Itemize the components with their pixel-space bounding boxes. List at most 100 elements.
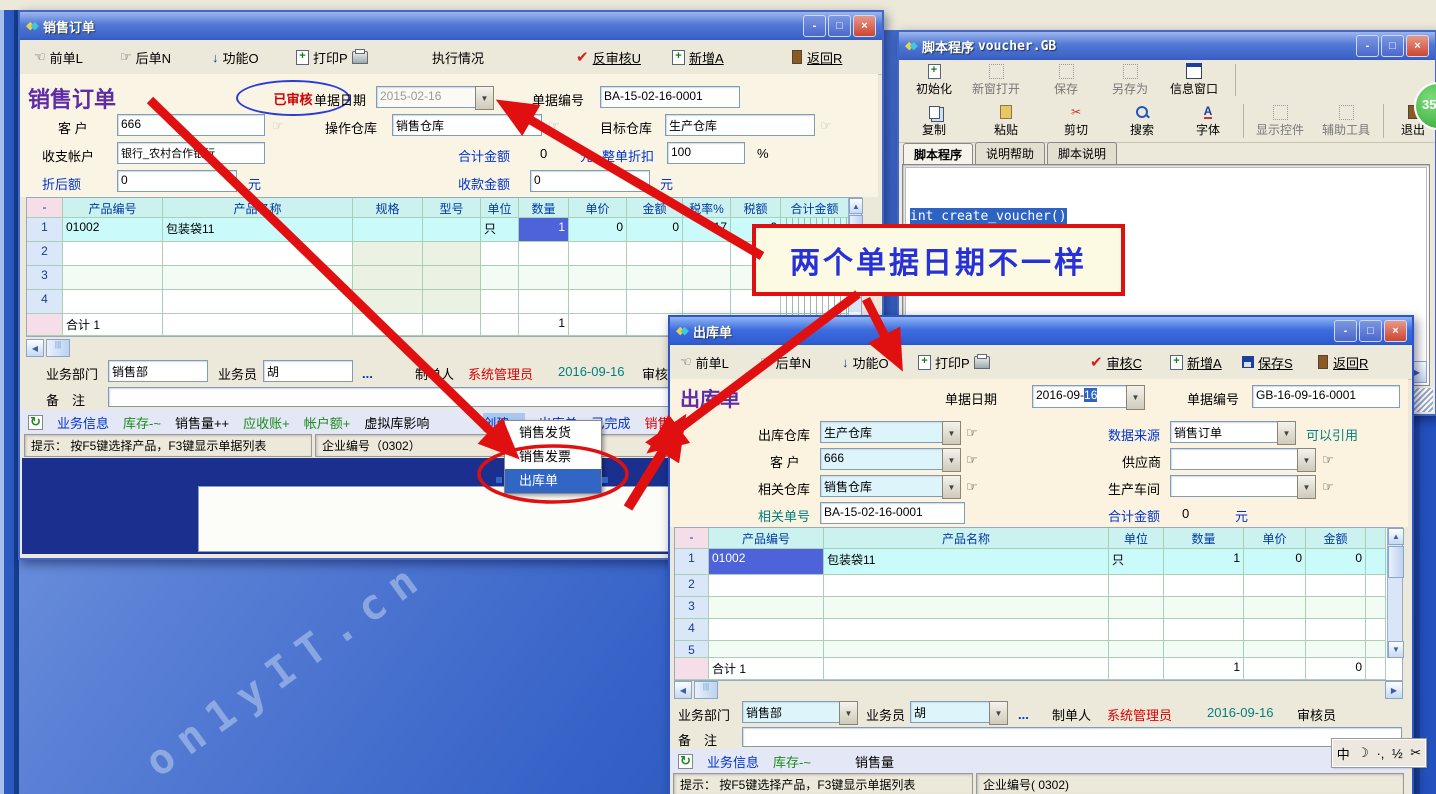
minimize-button[interactable]: -: [1356, 35, 1379, 57]
stock-link[interactable]: 库存-~: [773, 752, 811, 771]
ime-tools-icon[interactable]: ✂: [1410, 745, 1421, 761]
receivable-link[interactable]: 应收账+: [243, 413, 290, 432]
table-row[interactable]: 4: [27, 290, 861, 314]
col-amount[interactable]: 金额: [627, 198, 683, 218]
col-product-code[interactable]: 产品编号: [709, 528, 824, 549]
col-unit[interactable]: 单位: [481, 198, 519, 218]
scroll-thumb[interactable]: [1388, 546, 1404, 578]
doc-no-field[interactable]: BA-15-02-16-0001: [600, 86, 740, 108]
col-unit[interactable]: 单位: [1109, 528, 1164, 549]
table-row[interactable]: 3: [675, 597, 1402, 619]
scroll-up-icon[interactable]: ▲: [1388, 528, 1404, 545]
font-button[interactable]: A字体: [1177, 104, 1239, 138]
return-button[interactable]: 返回R: [1318, 353, 1368, 372]
table-row[interactable]: 1 01002 包装袋11 只 1 0 0 17 0: [27, 218, 861, 242]
customer-combo[interactable]: 666: [820, 448, 943, 470]
doc-date-field[interactable]: 2015-02-16: [376, 86, 476, 108]
source-combo[interactable]: 销售订单: [1170, 421, 1278, 443]
tab-help[interactable]: 说明帮助: [975, 142, 1045, 164]
table-row[interactable]: 1 01002 包装袋11 只 1 0 0: [675, 549, 1402, 575]
col-tax[interactable]: 税额: [731, 198, 781, 218]
virtual-stock-link[interactable]: 虚拟库影响: [364, 413, 429, 432]
copy-button[interactable]: 复制: [903, 104, 965, 138]
scroll-right-icon[interactable]: ▶: [1385, 681, 1403, 699]
after-discount-field[interactable]: 0: [117, 170, 237, 192]
exec-status-button[interactable]: 执行情况: [432, 48, 484, 67]
table-row[interactable]: 4: [675, 619, 1402, 641]
col-rownum[interactable]: -: [27, 198, 63, 218]
sales-qty-link[interactable]: 销售量: [855, 752, 894, 771]
selected-qty-cell[interactable]: 1: [519, 218, 569, 242]
next-doc-button[interactable]: ☞后单N: [760, 353, 811, 372]
col-product-code[interactable]: 产品编号: [63, 198, 163, 218]
add-new-button[interactable]: +新增A: [672, 48, 724, 67]
save-button[interactable]: 保存S: [1242, 353, 1293, 372]
date-dropdown-button[interactable]: ▼: [1126, 385, 1145, 410]
col-qty[interactable]: 数量: [519, 198, 569, 218]
save-button[interactable]: 保存: [1035, 63, 1097, 97]
supplier-dropdown[interactable]: ▼: [1297, 448, 1316, 472]
biz-info-link[interactable]: 业务信息: [57, 413, 109, 432]
received-field[interactable]: 0: [530, 170, 650, 192]
account-amt-link[interactable]: 帐户额+: [304, 413, 351, 432]
maximize-button[interactable]: □: [1359, 320, 1382, 342]
print-button[interactable]: +打印P: [918, 353, 990, 372]
more-button[interactable]: ...: [1018, 707, 1029, 722]
selected-code-cell[interactable]: 01002: [709, 549, 824, 575]
ime-language-bar[interactable]: 中 ☽ ·, ½ ✂: [1332, 739, 1426, 767]
source-dropdown[interactable]: ▼: [1277, 421, 1296, 445]
col-taxrate[interactable]: 税率%: [683, 198, 731, 218]
menu-item-sales-delivery[interactable]: 销售发货: [505, 421, 601, 445]
dept-dropdown[interactable]: ▼: [839, 701, 858, 725]
save-as-button[interactable]: 另存为: [1099, 63, 1161, 97]
note-field[interactable]: [742, 727, 1402, 747]
emp-field[interactable]: 胡: [263, 360, 353, 382]
op-warehouse-field[interactable]: 销售仓库: [392, 114, 542, 136]
close-button[interactable]: ×: [853, 15, 876, 37]
ime-punct-icon[interactable]: ·,: [1376, 746, 1384, 761]
menu-item-sales-invoice[interactable]: 销售发票: [505, 445, 601, 469]
minimize-button[interactable]: -: [803, 15, 826, 37]
out-warehouse-combo[interactable]: 生产仓库: [820, 421, 943, 443]
emp-combo[interactable]: 胡: [910, 701, 990, 723]
hscroll-grip[interactable]: |||: [46, 339, 70, 357]
ime-moon-icon[interactable]: ☽: [1357, 745, 1369, 761]
table-vertical-scrollbar[interactable]: ▲ ▼: [1387, 528, 1402, 658]
dept-combo[interactable]: 销售部: [742, 701, 840, 723]
table-row[interactable]: 2: [675, 575, 1402, 597]
script-titlebar[interactable]: ◆◆ 脚本程序 voucher.GB - □ ×: [899, 32, 1435, 60]
col-qty[interactable]: 数量: [1164, 528, 1244, 549]
account-field[interactable]: 银行_农村合作银行: [117, 142, 265, 164]
stock-link[interactable]: 库存-~: [123, 413, 161, 432]
col-spec[interactable]: 规格: [353, 198, 423, 218]
emp-dropdown[interactable]: ▼: [989, 701, 1008, 725]
doc-date-field[interactable]: 2016-09-16: [1032, 385, 1127, 408]
workshop-dropdown[interactable]: ▼: [1297, 475, 1316, 499]
info-window-button[interactable]: 信息窗口: [1163, 63, 1225, 97]
rel-warehouse-combo[interactable]: 销售仓库: [820, 475, 943, 497]
col-price[interactable]: 单价: [1244, 528, 1306, 549]
col-amount[interactable]: 金额: [1306, 528, 1366, 549]
maximize-button[interactable]: □: [828, 15, 851, 37]
minimize-button[interactable]: -: [1334, 320, 1357, 342]
col-total[interactable]: 合计金额: [781, 198, 849, 218]
functions-button[interactable]: ↓功能O: [212, 48, 259, 67]
supplier-combo[interactable]: [1170, 448, 1298, 470]
biz-info-link[interactable]: 业务信息: [707, 752, 759, 771]
target-warehouse-field[interactable]: 生产仓库: [665, 114, 815, 136]
return-button[interactable]: 返回R: [792, 48, 842, 67]
outbound-titlebar[interactable]: ◆◆ 出库单 - □ ×: [670, 317, 1412, 345]
col-price[interactable]: 单价: [569, 198, 627, 218]
cut-button[interactable]: ✂剪切: [1045, 104, 1107, 138]
sales-qty-link[interactable]: 销售量++: [175, 413, 229, 432]
dept-field[interactable]: 销售部: [108, 360, 208, 382]
add-new-button[interactable]: +新增A: [1170, 353, 1222, 372]
date-dropdown-button[interactable]: ▼: [475, 86, 494, 110]
col-model[interactable]: 型号: [423, 198, 481, 218]
scroll-down-icon[interactable]: ▼: [1388, 641, 1404, 658]
col-product-name[interactable]: 产品名称: [824, 528, 1109, 549]
audit-button[interactable]: ✔审核C: [1090, 353, 1142, 372]
scroll-left-icon[interactable]: ◀: [26, 339, 44, 357]
workshop-hand-icon[interactable]: ☞: [1322, 479, 1334, 495]
more-button[interactable]: ...: [362, 366, 373, 381]
